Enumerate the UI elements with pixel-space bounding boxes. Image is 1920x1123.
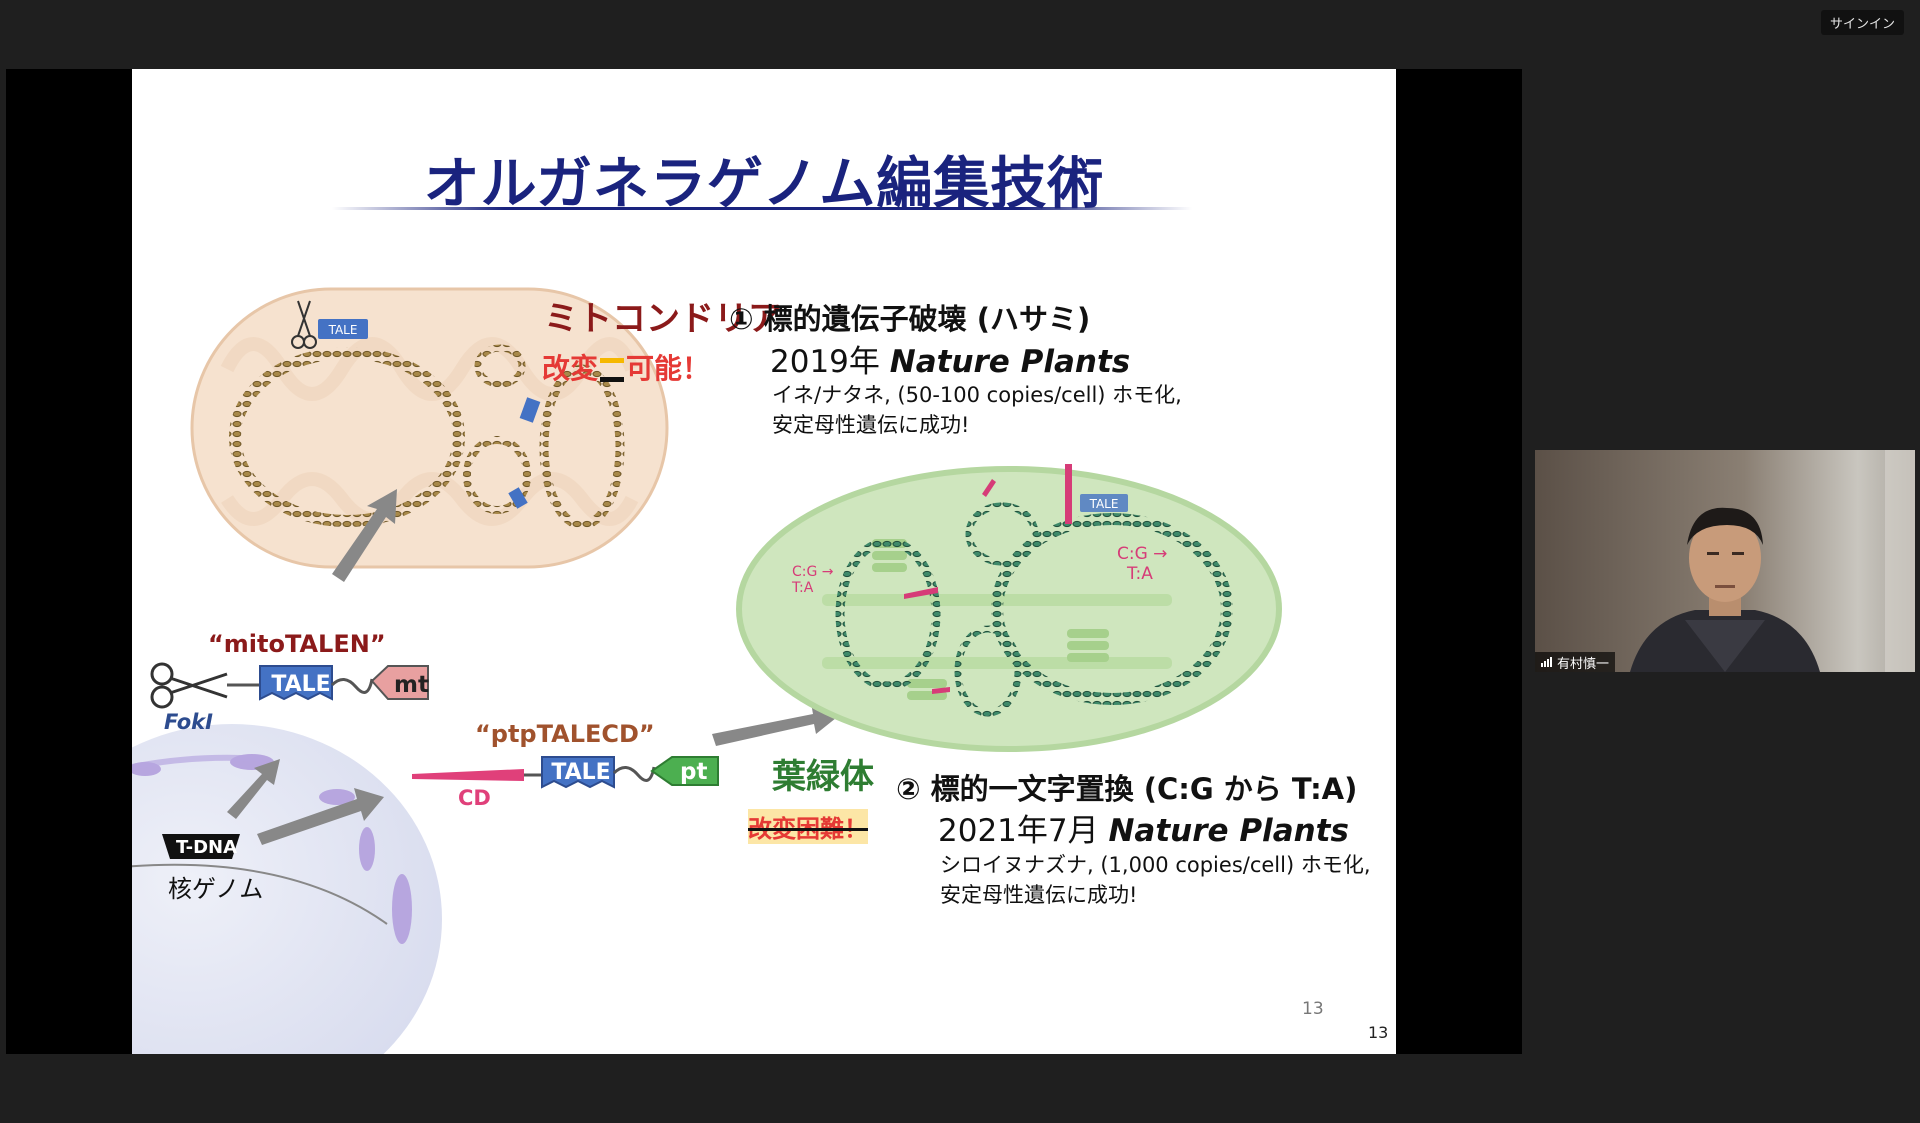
not-equal-mark [600, 358, 625, 382]
chloroplast-illustration: TALE [736, 464, 1282, 752]
item1-citation: 2019年 Nature Plants [770, 336, 1130, 381]
mito-possible-label: 改変 可能！ [542, 347, 710, 387]
cd-label: CD [458, 786, 491, 810]
item2-detail1: シロイヌナズナ, (1,000 copies/cell) ホモ化, [940, 853, 1371, 877]
item2-header: ② 標的一文字置換 (C:G から T:A) [896, 772, 1358, 806]
page-number: 13 [1368, 1023, 1389, 1042]
participant-video[interactable]: 有村慎一 [1535, 450, 1915, 672]
cg-left-b: T:A [792, 580, 814, 596]
ptptalecd-tale-label: TALE [551, 760, 611, 785]
chloroplast-difficult-label: 改変困難！ [748, 809, 868, 844]
item2-detail2: 安定母性遺伝に成功! [940, 883, 1138, 907]
page-number-small: 13 [1302, 999, 1324, 1019]
svg-text:TALE: TALE [1089, 497, 1119, 511]
item1-detail2: 安定母性遺伝に成功! [772, 413, 970, 437]
item1-journal: Nature Plants [889, 344, 1131, 380]
item2-journal: Nature Plants [1108, 813, 1349, 849]
signal-bars-icon [1541, 657, 1552, 667]
mitotalen-label: “mitoTALEN” [208, 630, 386, 658]
svg-text:TALE: TALE [328, 323, 358, 337]
item1-detail1: イネ/ナタネ, (50-100 copies/cell) ホモ化, [772, 383, 1182, 407]
chloro-cg-label-left: C:G → T:A [792, 564, 834, 596]
item2-citation: 2021年7月 Nature Plants [938, 805, 1349, 850]
participant-name: 有村慎一 [1557, 656, 1610, 672]
diagram-graphics: TALE TALE [132, 287, 1282, 1054]
chloro-cg-label-right: C:G → T:A [1117, 544, 1167, 584]
mito-possible-b: 可能！ [626, 352, 711, 385]
item1-header: ① 標的遺伝子破壊 (ハサミ) [729, 302, 1091, 336]
pt-label: pt [680, 759, 708, 785]
item2-year: 2021年7月 [938, 813, 1099, 849]
participant-video-frame [1535, 450, 1915, 672]
signin-button[interactable]: サインイン [1820, 10, 1904, 35]
cg-left-a: C:G → [792, 564, 834, 580]
screen-share-area: オルガネラゲノム編集技術 TALE TALE ミトコンドリア 改変 可能！ ① … [6, 69, 1522, 1054]
item1-year: 2019年 [770, 344, 880, 380]
mito-possible-a: 改変 [542, 352, 599, 385]
cg-right-a: C:G → [1117, 544, 1168, 564]
mitotalen-tale-label: TALE [271, 672, 331, 697]
ptptalecd-label: “ptpTALECD” [475, 720, 655, 748]
presentation-slide: オルガネラゲノム編集技術 TALE TALE ミトコンドリア 改変 可能！ ① … [132, 69, 1396, 1054]
cg-right-b: T:A [1127, 564, 1153, 584]
foki-label: FokI [164, 710, 213, 734]
tdna-label: T-DNA [176, 837, 238, 858]
nuclear-genome-label: 核ゲノム [168, 875, 264, 903]
chloroplast-label: 葉緑体 [772, 757, 874, 797]
participant-name-bar: 有村慎一 [1535, 652, 1616, 672]
mt-label: mt [394, 672, 429, 698]
